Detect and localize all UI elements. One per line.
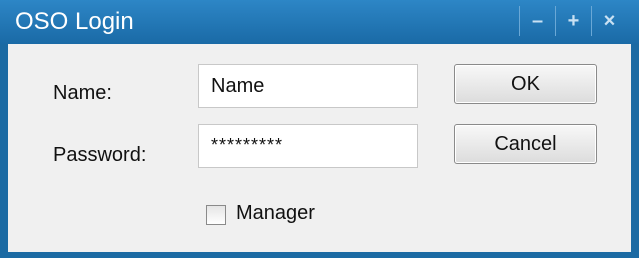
dialog-content: Name: Name Password: ********* OK Cancel… xyxy=(8,44,631,252)
close-icon: × xyxy=(603,10,616,32)
cancel-button[interactable]: Cancel xyxy=(454,124,597,164)
password-input[interactable]: ********* xyxy=(198,124,418,168)
title-bar[interactable]: OSO Login – + × xyxy=(0,0,639,44)
close-button[interactable]: × xyxy=(591,6,627,36)
maximize-icon: + xyxy=(567,10,580,32)
minimize-button[interactable]: – xyxy=(519,6,555,36)
ok-button[interactable]: OK xyxy=(454,64,597,104)
name-label: Name: xyxy=(53,82,112,104)
name-input[interactable]: Name xyxy=(198,64,418,108)
password-label: Password: xyxy=(53,144,147,166)
login-window: OSO Login – + × Name: Name Password: ***… xyxy=(0,0,639,258)
maximize-button[interactable]: + xyxy=(555,6,591,36)
window-title: OSO Login xyxy=(15,8,134,35)
manager-label[interactable]: Manager xyxy=(236,202,315,225)
manager-checkbox[interactable] xyxy=(206,205,226,225)
minimize-icon: – xyxy=(531,10,544,32)
